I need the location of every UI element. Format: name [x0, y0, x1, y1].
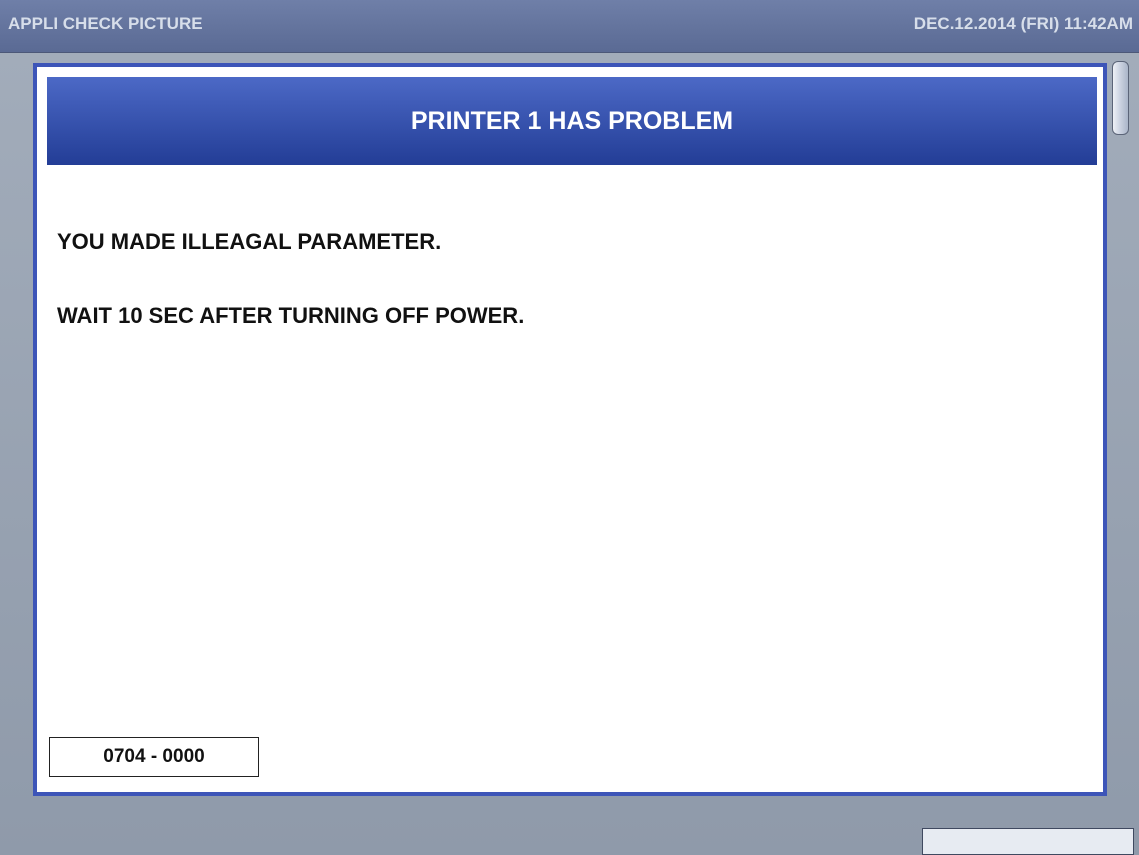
dialog-title: PRINTER 1 HAS PROBLEM [410, 107, 734, 135]
app-title: APPLI CHECK PICTURE [8, 14, 203, 33]
bottom-button-slot[interactable] [922, 828, 1134, 855]
error-message-line-2: WAIT 10 SEC AFTER TURNING OFF POWER. [57, 303, 525, 328]
top-status-bar: APPLI CHECK PICTURE DEC.12.2014 (FRI) 11… [0, 0, 1139, 53]
error-code: 0704 - 0000 [103, 746, 205, 767]
dialog-title-bar: PRINTER 1 HAS PROBLEM [47, 77, 1097, 165]
date-time-display: DEC.12.2014 (FRI) 11:42AM [913, 14, 1133, 33]
error-dialog: PRINTER 1 HAS PROBLEM YOU MADE ILLEAGAL … [33, 63, 1107, 796]
error-code-box: 0704 - 0000 [49, 737, 259, 777]
app-screen: APPLI CHECK PICTURE DEC.12.2014 (FRI) 11… [0, 0, 1139, 855]
error-message-line-1: YOU MADE ILLEAGAL PARAMETER. [57, 229, 442, 254]
scroll-handle[interactable] [1112, 61, 1129, 135]
